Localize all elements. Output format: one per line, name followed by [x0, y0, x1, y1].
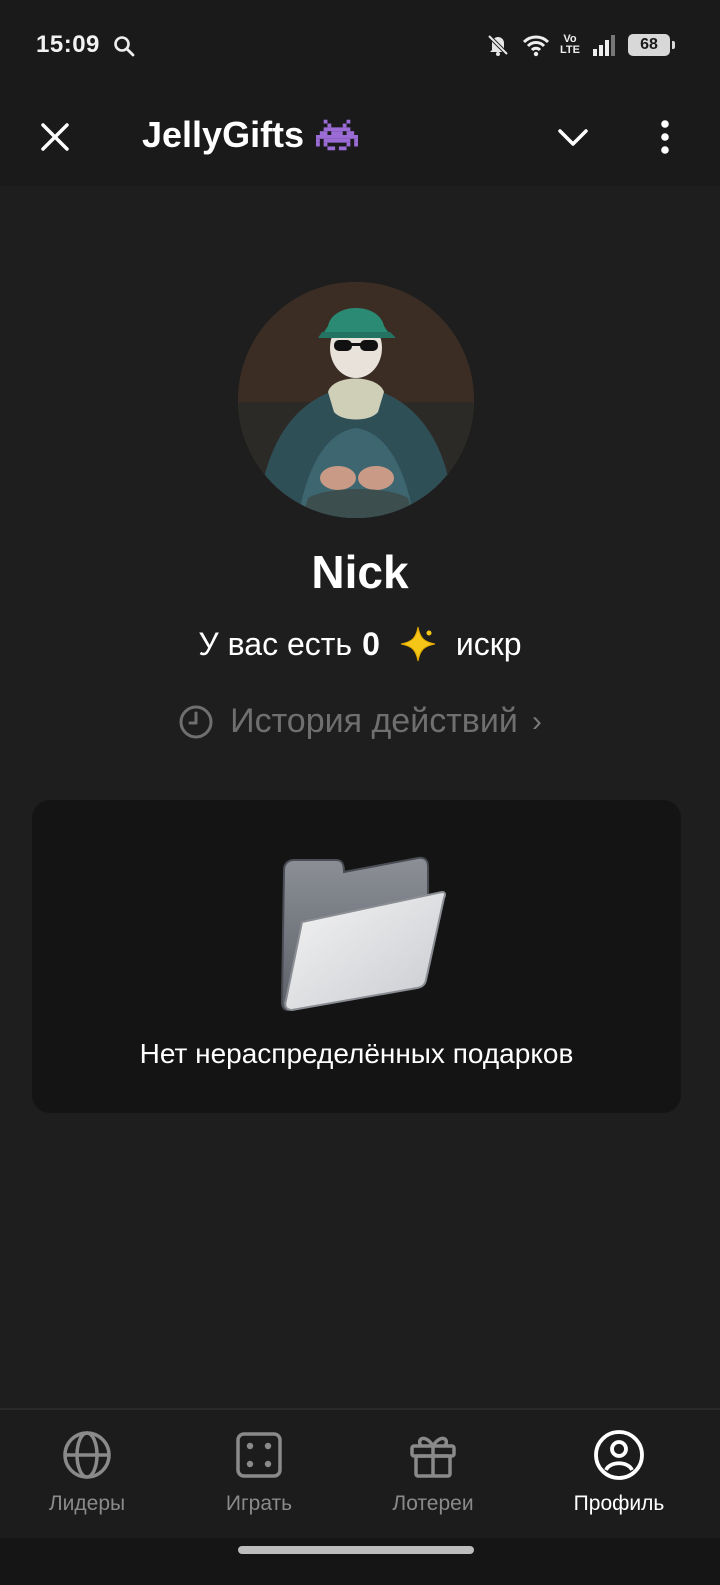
nav-item-play[interactable]: Играть — [184, 1428, 334, 1516]
alien-monster-icon — [316, 119, 359, 151]
app-title-text: JellyGifts — [142, 114, 305, 155]
nav-label-leaders: Лидеры — [48, 1492, 126, 1515]
chevron-right-icon: › — [531, 704, 542, 738]
nav-label-profile: Профиль — [573, 1492, 665, 1515]
empty-folder-icon — [280, 856, 447, 1012]
chevron-down-icon — [558, 129, 588, 146]
app-header: JellyGifts — [0, 90, 720, 186]
close-button[interactable] — [30, 112, 80, 162]
user-circle-icon — [594, 1430, 644, 1480]
nav-label-lotteries: Лотереи — [392, 1492, 474, 1515]
collapse-button[interactable] — [548, 112, 598, 162]
volte-indicator: Vo LTE — [560, 34, 580, 56]
wifi-icon — [522, 35, 550, 57]
search-icon — [114, 36, 135, 57]
signal-icon — [593, 35, 615, 56]
balance-suffix: искр — [455, 625, 522, 662]
history-label: История действий — [230, 702, 518, 740]
volte-bottom: LTE — [560, 44, 580, 56]
balance-prefix: У вас есть — [198, 625, 353, 662]
gift-icon — [410, 1436, 456, 1478]
more-vertical-icon — [661, 120, 669, 154]
history-link[interactable]: История действий › — [0, 702, 720, 741]
home-indicator[interactable] — [238, 1546, 474, 1554]
bottom-navigation: Лидеры Играть Лотереи Профиль — [0, 1408, 720, 1538]
undistributed-gifts-card: Нет нераспределённых подарков — [32, 800, 681, 1113]
clock-icon — [179, 705, 213, 738]
screen: 15:09 Vo LTE 68 JellyGifts Nick У вас ес… — [0, 0, 720, 1585]
battery-indicator: 68 — [628, 34, 675, 56]
profile-name: Nick — [311, 546, 409, 598]
nav-item-profile[interactable]: Профиль — [544, 1428, 694, 1516]
avatar[interactable] — [238, 282, 474, 518]
nav-item-leaders[interactable]: Лидеры — [12, 1428, 162, 1516]
bell-muted-icon — [487, 34, 509, 56]
sparkle-icon — [400, 626, 435, 662]
nav-item-lotteries[interactable]: Лотереи — [358, 1428, 508, 1516]
close-icon — [41, 123, 69, 151]
balance-value: 0 — [362, 625, 380, 662]
dice-icon — [236, 1432, 282, 1478]
nav-label-play: Играть — [225, 1492, 293, 1515]
battery-level: 68 — [640, 36, 658, 53]
avatar-photo — [238, 282, 474, 518]
status-time: 15:09 — [36, 31, 100, 58]
status-bar: 15:09 Vo LTE 68 — [0, 0, 720, 90]
empty-gifts-message: Нет нераспределённых подарков — [139, 1038, 574, 1069]
more-options-button[interactable] — [640, 112, 690, 162]
sparks-balance: У вас есть 0 искр — [0, 624, 720, 664]
app-title: JellyGifts — [142, 114, 359, 156]
status-icons: Vo LTE 68 — [484, 30, 675, 60]
globe-icon — [63, 1431, 111, 1479]
